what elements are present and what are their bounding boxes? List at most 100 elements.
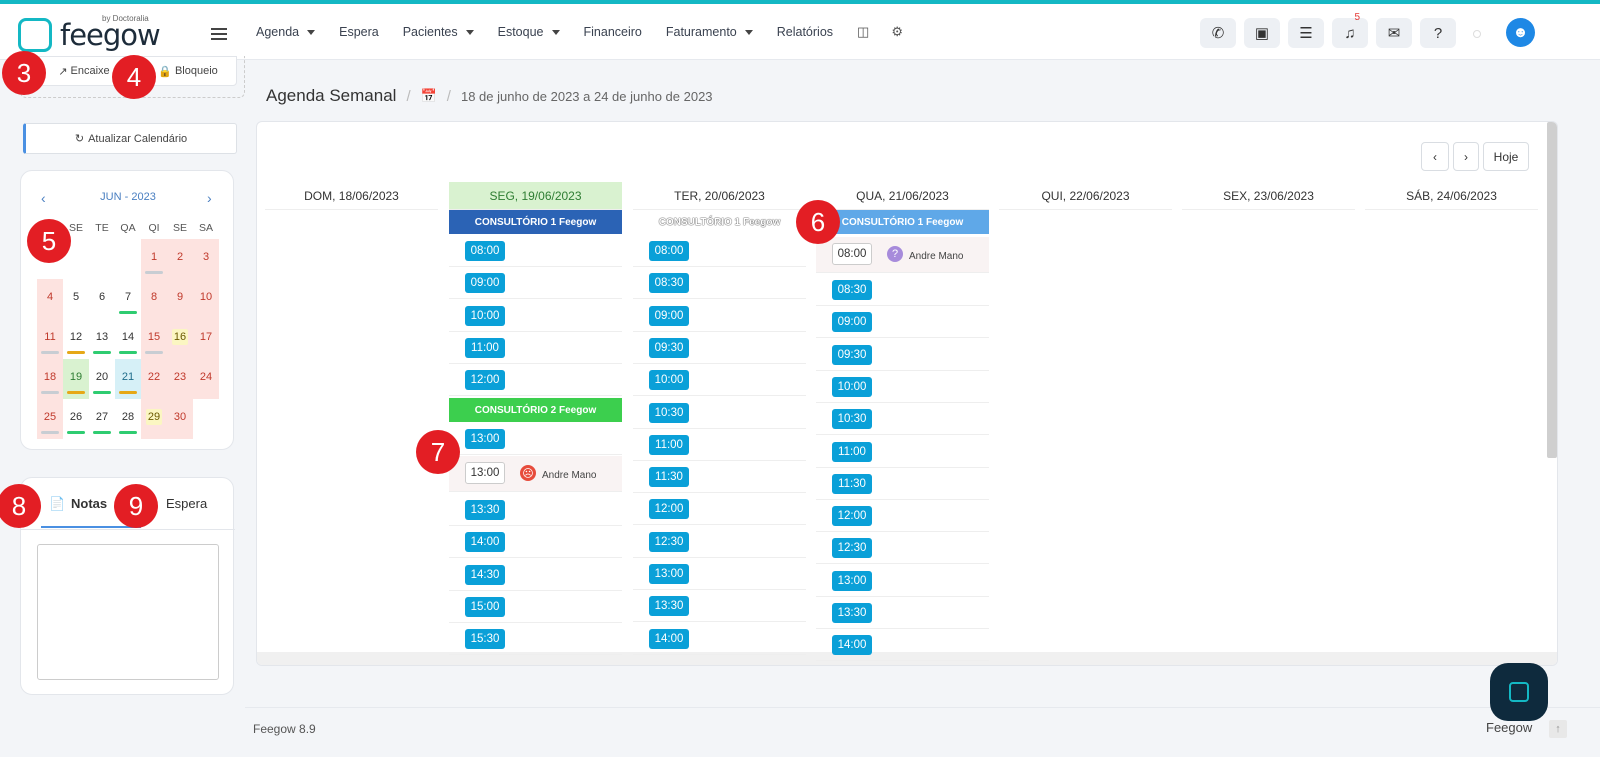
time-slot[interactable]: 15:30 xyxy=(449,623,622,656)
calendar-day[interactable]: 21 xyxy=(115,359,141,399)
time-slot[interactable]: 13:00 xyxy=(816,565,989,597)
slot-time-badge[interactable]: 09:00 xyxy=(649,305,689,326)
time-slot[interactable]: 12:00 xyxy=(633,493,806,526)
time-slot[interactable]: 10:30 xyxy=(816,403,989,436)
slot-time-badge[interactable]: 13:00 xyxy=(465,429,505,449)
slot-time-badge[interactable]: 10:00 xyxy=(832,376,872,397)
calendar-day[interactable]: 18 xyxy=(37,359,63,399)
assistant-fab-button[interactable] xyxy=(1490,663,1548,721)
tab-notas[interactable]: Notas xyxy=(71,496,107,511)
slot-time-badge[interactable]: 12:00 xyxy=(465,370,505,391)
slot-time-badge[interactable]: 09:00 xyxy=(465,273,505,294)
calendar-day[interactable]: 29 xyxy=(141,399,167,439)
slot-time-badge[interactable]: 08:30 xyxy=(832,280,872,300)
refresh-calendar-button[interactable]: ↻ Atualizar Calendário xyxy=(23,123,237,154)
calendar-day[interactable]: 28 xyxy=(115,399,141,439)
time-slot[interactable]: 14:00 xyxy=(816,629,989,662)
time-slot[interactable]: 15:00 xyxy=(449,591,622,623)
time-slot[interactable]: 13:30 xyxy=(633,590,806,623)
appointment[interactable]: 08:00? Andre Mano xyxy=(816,237,989,273)
appointment-time[interactable]: 13:00 xyxy=(465,462,505,484)
nav-pacientes[interactable]: Pacientes xyxy=(403,25,474,39)
calendar-day[interactable]: 24 xyxy=(193,359,219,399)
time-slot[interactable]: 08:30 xyxy=(633,267,806,300)
patient-name[interactable]: Andre Mano xyxy=(909,251,963,262)
slot-time-badge[interactable]: 12:30 xyxy=(832,538,872,559)
nav-financeiro[interactable]: Financeiro xyxy=(584,25,642,39)
nav-estoque[interactable]: Estoque xyxy=(498,25,560,39)
calendar-day[interactable]: 25 xyxy=(37,399,63,439)
notes-textarea[interactable] xyxy=(37,544,219,680)
calendar-day[interactable]: 22 xyxy=(141,359,167,399)
calendar-day[interactable]: 14 xyxy=(115,319,141,359)
slot-time-badge[interactable]: 10:00 xyxy=(465,305,505,326)
menu-toggle-icon[interactable] xyxy=(211,28,227,40)
time-slot[interactable]: 09:30 xyxy=(816,339,989,371)
slot-time-badge[interactable]: 14:00 xyxy=(465,532,505,553)
time-slot[interactable]: 11:00 xyxy=(449,332,622,364)
time-slot[interactable]: 12:00 xyxy=(449,364,622,397)
inbox-icon[interactable]: ▣ xyxy=(1244,18,1280,48)
slot-time-badge[interactable]: 14:00 xyxy=(649,628,689,649)
slot-time-badge[interactable]: 15:00 xyxy=(465,596,505,617)
calendar-next-icon[interactable]: › xyxy=(207,190,212,206)
slot-time-badge[interactable]: 08:00 xyxy=(649,241,689,261)
calendar-day[interactable]: 2 xyxy=(167,239,193,279)
calendar-day[interactable]: 13 xyxy=(89,319,115,359)
time-slot[interactable]: 14:30 xyxy=(449,559,622,591)
slot-time-badge[interactable]: 11:00 xyxy=(832,441,872,462)
feegow-logo[interactable]: by Doctoralia feegow xyxy=(18,14,168,56)
slot-time-badge[interactable]: 09:30 xyxy=(649,337,689,358)
calendar-day[interactable]: 19 xyxy=(63,359,89,399)
time-slot[interactable]: 09:00 xyxy=(449,267,622,300)
calendar-day[interactable]: 27 xyxy=(89,399,115,439)
prev-week-button[interactable]: ‹ xyxy=(1421,142,1449,171)
database-icon[interactable]: ◫ xyxy=(857,24,869,40)
slot-time-badge[interactable]: 13:00 xyxy=(832,570,872,591)
time-slot[interactable]: 14:00 xyxy=(633,623,806,655)
calendar-day[interactable]: 15 xyxy=(141,319,167,359)
next-week-button[interactable]: › xyxy=(1453,142,1479,171)
patient-name[interactable]: Andre Mano xyxy=(542,470,596,481)
nav-agenda[interactable]: Agenda xyxy=(256,25,316,39)
time-slot[interactable]: 12:30 xyxy=(633,526,806,558)
calendar-day[interactable]: 26 xyxy=(63,399,89,439)
slot-time-badge[interactable]: 11:30 xyxy=(832,473,872,494)
calendar-day[interactable]: 4 xyxy=(37,279,63,319)
today-button[interactable]: Hoje xyxy=(1483,142,1529,171)
time-slot[interactable]: 10:00 xyxy=(816,371,989,403)
calendar-day[interactable]: 16 xyxy=(167,319,193,359)
nav-relatorios[interactable]: Relatórios xyxy=(777,25,833,39)
slot-time-badge[interactable]: 09:30 xyxy=(832,344,872,365)
calendar-day[interactable]: 1 xyxy=(141,239,167,279)
calendar-day[interactable]: 9 xyxy=(167,279,193,319)
calendar-icon[interactable]: 📅 xyxy=(421,88,437,104)
time-slot[interactable]: 14:00 xyxy=(449,526,622,559)
time-slot[interactable]: 10:30 xyxy=(633,397,806,429)
time-slot[interactable]: 12:00 xyxy=(816,500,989,533)
time-slot[interactable]: 11:00 xyxy=(633,429,806,461)
time-slot[interactable]: 08:00 xyxy=(633,235,806,267)
tab-espera[interactable]: Espera xyxy=(166,496,207,511)
time-slot[interactable]: 11:30 xyxy=(816,468,989,500)
nav-espera[interactable]: Espera xyxy=(339,25,379,39)
slot-time-badge[interactable]: 13:30 xyxy=(465,500,505,520)
checklist-icon[interactable]: ☰ xyxy=(1288,18,1324,48)
time-slot[interactable]: 09:00 xyxy=(633,300,806,332)
slot-time-badge[interactable]: 09:00 xyxy=(832,312,872,333)
bell-icon[interactable]: ♫ 5 xyxy=(1332,12,1368,48)
slot-time-badge[interactable]: 13:30 xyxy=(832,603,872,623)
slot-time-badge[interactable]: 11:30 xyxy=(649,467,689,488)
phone-icon[interactable]: ✆ xyxy=(1200,18,1236,48)
slot-time-badge[interactable]: 12:00 xyxy=(832,506,872,527)
time-slot[interactable]: 11:30 xyxy=(633,461,806,494)
slot-time-badge[interactable]: 12:00 xyxy=(649,499,689,520)
time-slot[interactable]: 10:00 xyxy=(449,300,622,332)
help-icon[interactable]: ? xyxy=(1420,18,1456,48)
calendar-day[interactable]: 10 xyxy=(193,279,219,319)
time-slot[interactable]: 08:00 xyxy=(449,235,622,267)
calendar-day[interactable]: 6 xyxy=(89,279,115,319)
slot-time-badge[interactable]: 10:30 xyxy=(832,409,872,430)
vertical-scrollbar[interactable] xyxy=(1547,122,1557,458)
time-slot[interactable]: 12:30 xyxy=(816,532,989,565)
